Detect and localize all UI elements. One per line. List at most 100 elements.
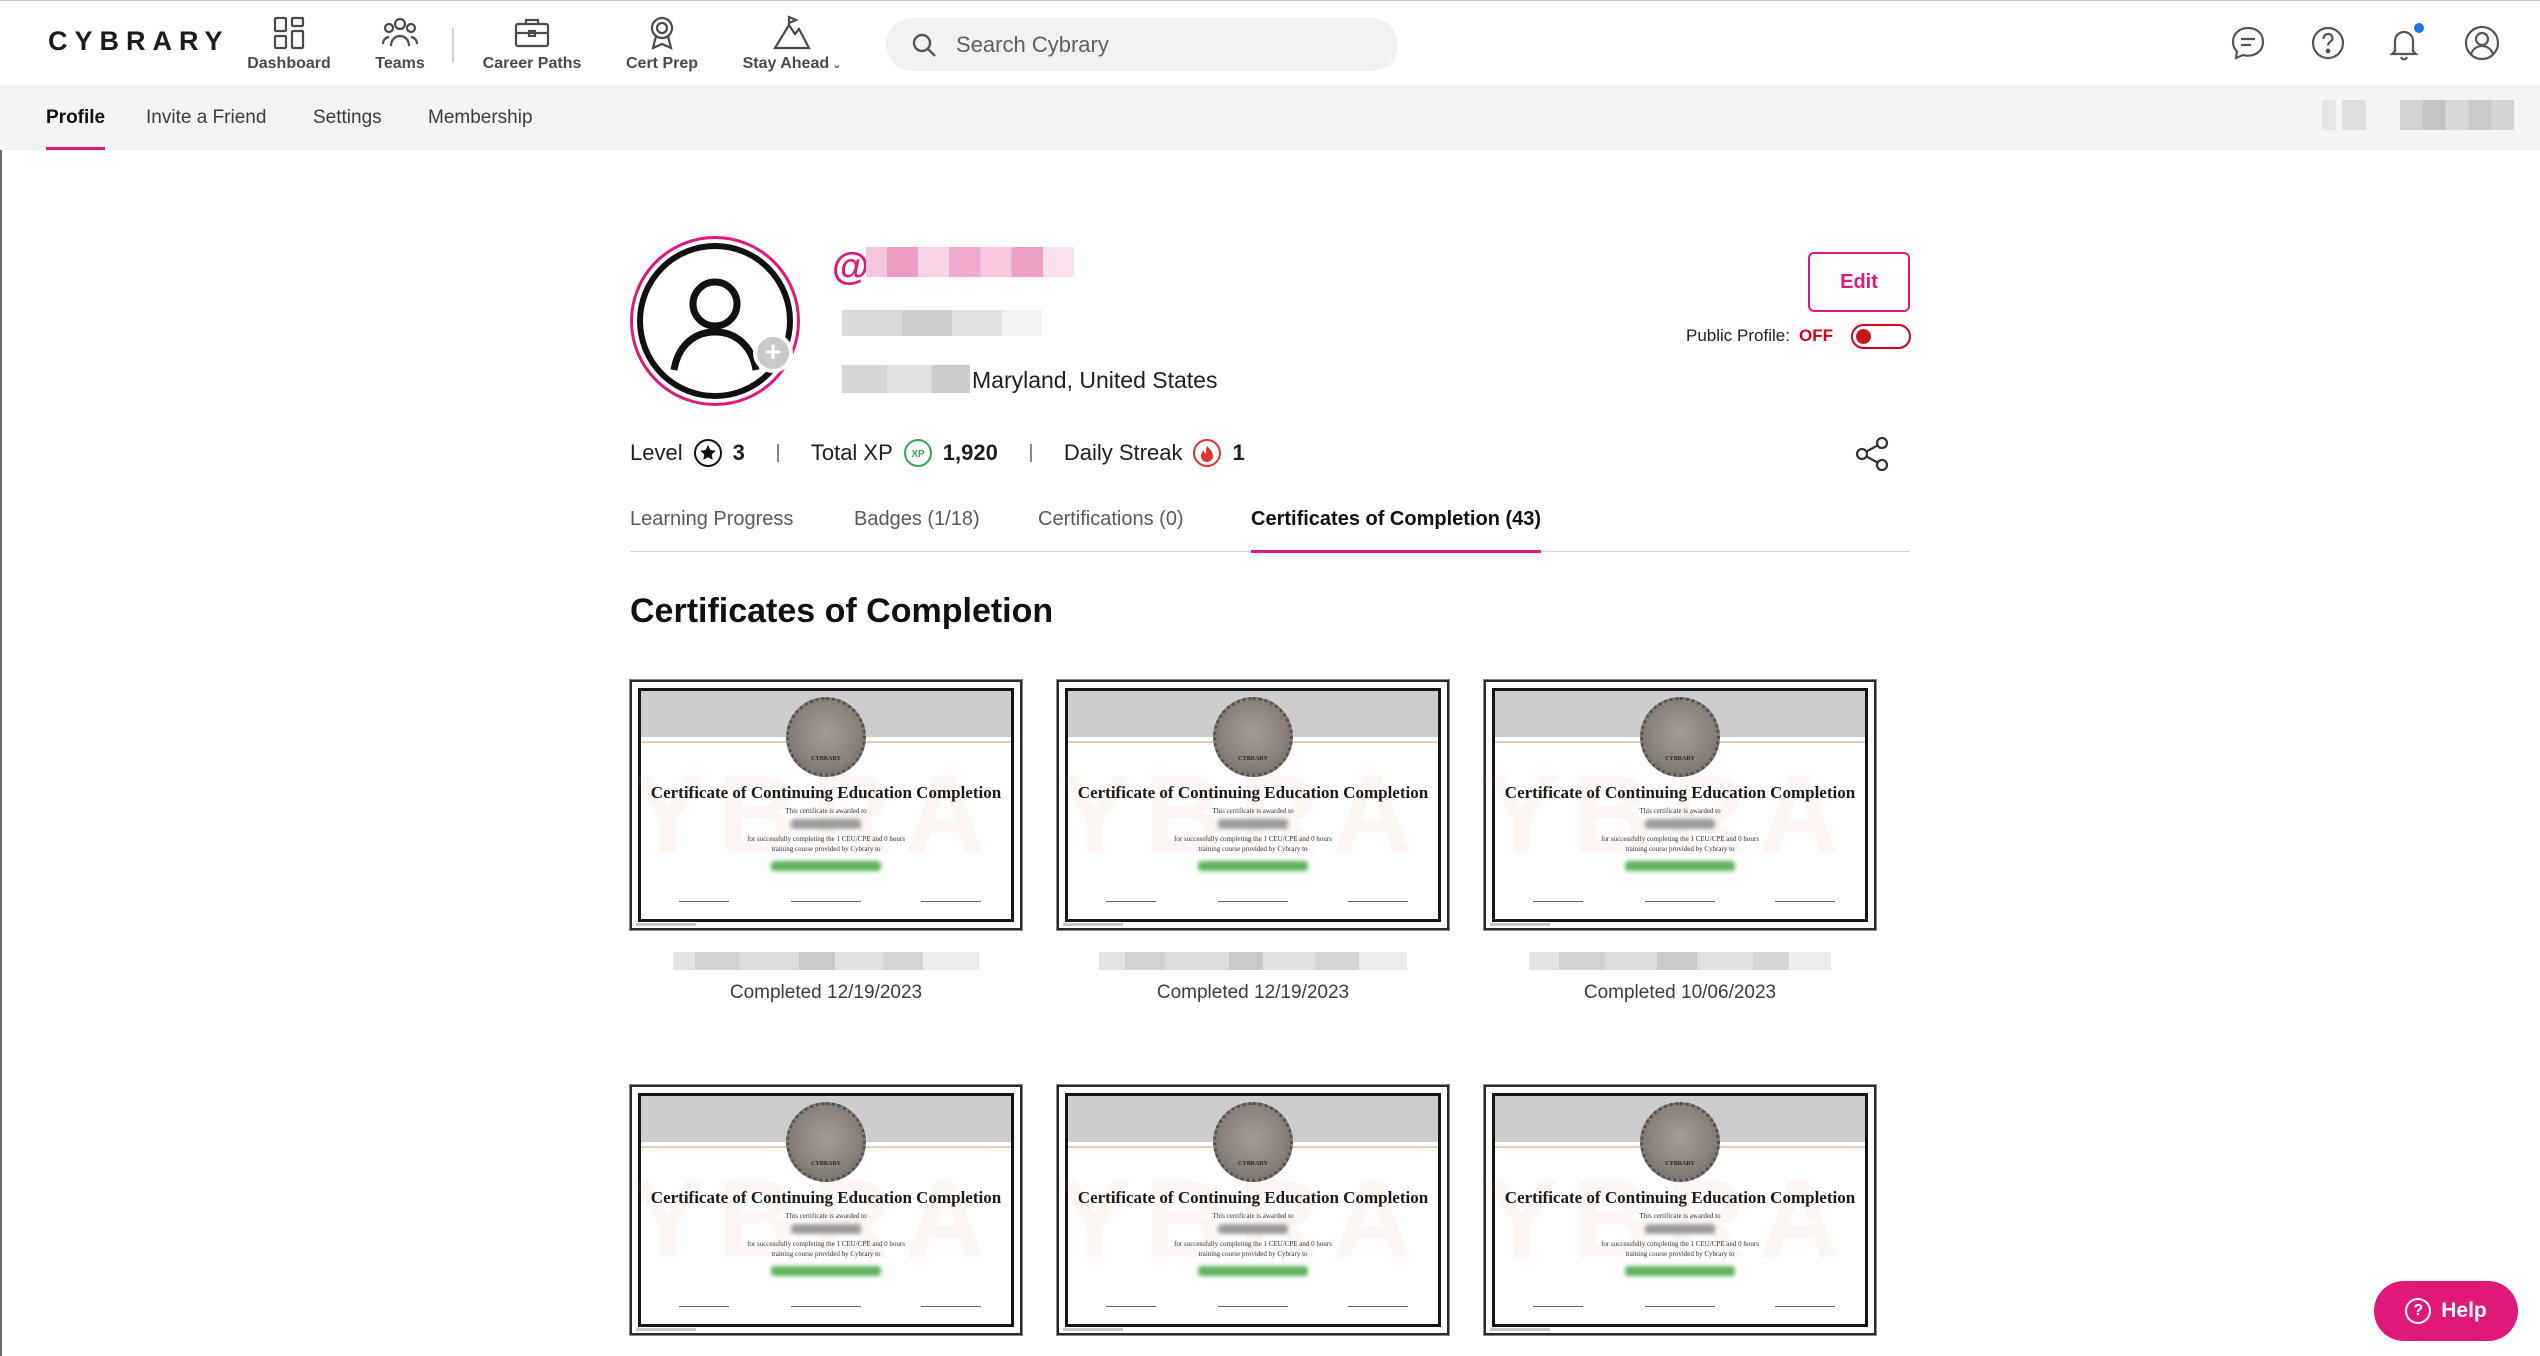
nav-teams-label: Teams: [375, 55, 425, 72]
certificate-card[interactable]: YBRA CYBRARY Certificate of Continuing E…: [630, 680, 1022, 1004]
cybrary-seal-icon: CYBRARY: [1640, 697, 1720, 777]
certificate-frame: YBRA CYBRARY Certificate of Continuing E…: [1059, 688, 1441, 922]
certificate-card[interactable]: YBRA CYBRARY Certificate of Continuing E…: [630, 1085, 1022, 1335]
redacted-course-name-segment: [1315, 952, 1359, 970]
level-label: Level: [630, 440, 683, 465]
stat-separator: [1029, 444, 1032, 462]
redacted-course-name: [1057, 952, 1449, 970]
nav-teams[interactable]: Teams: [368, 15, 432, 75]
nav-career-paths[interactable]: Career Paths: [478, 15, 586, 75]
certificate-frame: YBRA CYBRARY Certificate of Continuing E…: [632, 1093, 1014, 1327]
certificate-thumbnail[interactable]: YBRA CYBRARY Certificate of Continuing E…: [1057, 680, 1449, 930]
cybrary-seal-icon: CYBRARY: [1213, 1102, 1293, 1182]
subtab-settings[interactable]: Settings: [313, 85, 382, 150]
certificate-signature-line: [679, 901, 729, 902]
certificate-signature-line: [1533, 1306, 1583, 1307]
certificate-title: Certificate of Continuing Education Comp…: [1077, 783, 1429, 802]
certificate-title: Certificate of Continuing Education Comp…: [1077, 1188, 1429, 1207]
cybrary-logo[interactable]: CYBRARY: [48, 26, 230, 57]
certificate-card[interactable]: YBRA CYBRARY Certificate of Continuing E…: [1057, 1085, 1449, 1335]
certificate-title: Certificate of Continuing Education Comp…: [650, 783, 1002, 802]
certificate-signature-line: [679, 1306, 729, 1307]
redacted-course-name-segment: [923, 952, 979, 970]
seal-text: CYBRARY: [1665, 1161, 1695, 1167]
redacted-username: [866, 247, 1074, 277]
certificate-thumbnail[interactable]: YBRA CYBRARY Certificate of Continuing E…: [1484, 680, 1876, 930]
certificate-card[interactable]: YBRA CYBRARY Certificate of Continuing E…: [1484, 1085, 1876, 1335]
nav-dashboard[interactable]: Dashboard: [246, 15, 332, 75]
certificate-provider-line: training course provided by Cybrary to: [771, 845, 881, 853]
redacted-course-name-segment: [1165, 952, 1229, 970]
flame-icon: [1193, 439, 1222, 467]
certificate-signature-line: [921, 901, 981, 902]
redacted-course-name-segment: [1359, 952, 1407, 970]
tab-learning-progress[interactable]: Learning Progress: [630, 490, 793, 552]
redacted-course-name-segment: [1125, 952, 1165, 970]
tab-certifications[interactable]: Certifications (0): [1038, 490, 1184, 552]
certificate-frame: YBRA CYBRARY Certificate of Continuing E…: [1486, 1093, 1868, 1327]
blurred-recipient-name: [1218, 819, 1288, 829]
certificate-frame: YBRA CYBRARY Certificate of Continuing E…: [1486, 688, 1868, 922]
certificate-course-line: for successfully completing the 1 CEU/CP…: [1174, 835, 1332, 843]
certificate-thumbnail[interactable]: YBRA CYBRARY Certificate of Continuing E…: [1484, 1085, 1876, 1335]
avatar[interactable]: +: [630, 236, 800, 406]
profile-subnav: Profile Invite a Friend Settings Members…: [0, 85, 2540, 150]
search-input[interactable]: [956, 31, 1376, 58]
notifications-button[interactable]: [2382, 21, 2426, 65]
certificate-thumbnail[interactable]: YBRA CYBRARY Certificate of Continuing E…: [1057, 1085, 1449, 1335]
nav-stay-ahead[interactable]: Stay Ahead ⌄: [738, 15, 846, 75]
blurred-recipient-name: [1645, 819, 1715, 829]
certificate-course-line: for successfully completing the 1 CEU/CP…: [747, 1240, 905, 1248]
cybrary-seal-icon: CYBRARY: [786, 697, 866, 777]
redacted-course-name-segment: [673, 952, 695, 970]
redacted-course-name-segment: [1753, 952, 1789, 970]
tab-badges[interactable]: Badges (1/18): [854, 490, 980, 552]
completion-date: Completed 12/19/2023: [1156, 982, 1350, 1003]
help-question-icon: ?: [2405, 1298, 2432, 1324]
certificate-provider-line: training course provided by Cybrary to: [1625, 845, 1735, 853]
redacted-course-name-segment: [835, 952, 883, 970]
top-navigation-bar: CYBRARY Dashboard Teams Career Paths Cer…: [0, 0, 2540, 85]
search-icon: [912, 33, 936, 57]
subtab-invite-a-friend[interactable]: Invite a Friend: [146, 85, 266, 150]
certificate-card[interactable]: YBRA CYBRARY Certificate of Continuing E…: [1057, 680, 1449, 1004]
help-button[interactable]: ? Help: [2374, 1281, 2518, 1341]
redacted-course-name-segment: [1657, 952, 1697, 970]
briefcase-icon: [514, 18, 550, 48]
redacted-course-name-segment: [1229, 952, 1263, 970]
certificate-signature-line: [1218, 901, 1288, 902]
cybrary-seal-icon: CYBRARY: [786, 1102, 866, 1182]
redacted-course-name-segment: [1529, 952, 1559, 970]
add-photo-icon[interactable]: +: [753, 333, 793, 373]
certificate-awarded-line: This certificate is awarded to: [1639, 1212, 1721, 1220]
certificate-footer-text: [636, 1328, 696, 1331]
messages-button[interactable]: [2226, 21, 2270, 65]
blurred-recipient-name: [1218, 1224, 1288, 1234]
edit-profile-button[interactable]: Edit: [1808, 252, 1910, 312]
nav-cert-prep[interactable]: Cert Prep: [622, 15, 702, 75]
subtab-profile[interactable]: Profile: [46, 85, 106, 150]
certificate-awarded-line: This certificate is awarded to: [1212, 807, 1294, 815]
public-profile-toggle[interactable]: [1851, 324, 1911, 349]
dashboard-icon: [273, 16, 305, 50]
certificate-thumbnail[interactable]: YBRA CYBRARY Certificate of Continuing E…: [630, 1085, 1022, 1335]
redacted-course-name-segment: [1605, 952, 1657, 970]
subtab-membership[interactable]: Membership: [428, 85, 533, 150]
tab-certificates-of-completion[interactable]: Certificates of Completion (43): [1251, 490, 1542, 553]
share-icon[interactable]: [1852, 434, 1892, 474]
public-profile-label: Public Profile:: [1686, 326, 1790, 345]
teams-icon: [381, 17, 419, 47]
certificate-course-line: for successfully completing the 1 CEU/CP…: [1601, 1240, 1759, 1248]
profile-stats: Level 3 Total XP XP 1,920 Daily Streak 1: [630, 436, 1245, 470]
account-button[interactable]: [2460, 21, 2504, 65]
redacted-full-name: [842, 310, 1042, 336]
certificate-signature-line: [1106, 1306, 1156, 1307]
help-center-button[interactable]: [2306, 21, 2350, 65]
search-box[interactable]: [886, 18, 1398, 71]
xp-value: 1,920: [942, 440, 998, 465]
completion-date: Completed 10/06/2023: [1583, 982, 1777, 1003]
certificate-thumbnail[interactable]: YBRA CYBRARY Certificate of Continuing E…: [630, 680, 1022, 930]
certificate-card[interactable]: YBRA CYBRARY Certificate of Continuing E…: [1484, 680, 1876, 1004]
certificate-title: Certificate of Continuing Education Comp…: [1504, 783, 1856, 802]
redacted-course-name-segment: [739, 952, 799, 970]
